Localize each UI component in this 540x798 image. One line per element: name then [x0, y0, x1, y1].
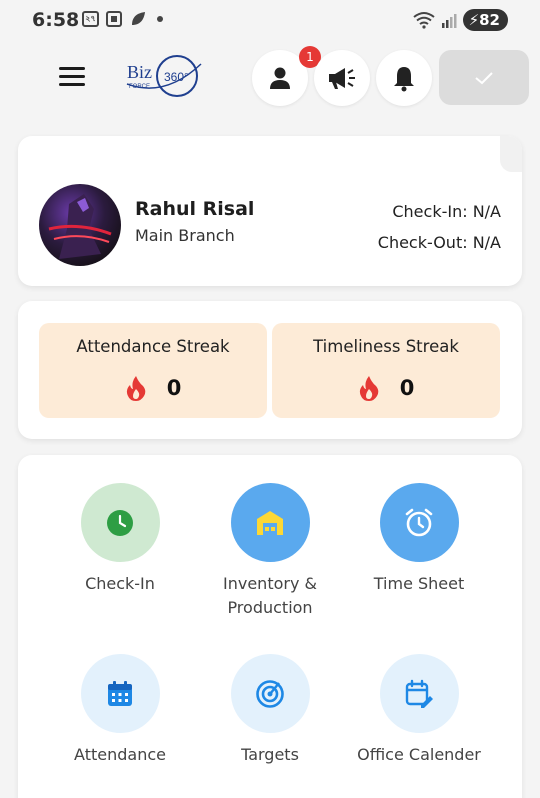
- check-in-value: N/A: [472, 202, 501, 221]
- notification-dot-icon: [157, 16, 163, 22]
- tile-label: Office Calender: [357, 745, 481, 764]
- user-branch: Main Branch: [135, 226, 235, 245]
- person-icon: [270, 67, 290, 89]
- signal-icon: [441, 14, 457, 28]
- timeliness-streak-box: Timeliness Streak 0: [272, 323, 500, 418]
- attendance-streak-box: Attendance Streak 0: [39, 323, 267, 418]
- check-in-status: Check-In: N/A: [392, 202, 501, 221]
- avatar-image: [48, 194, 112, 259]
- target-icon: [256, 679, 284, 708]
- tile-icon-circle: [230, 654, 310, 733]
- bizforce-logo: Biz FORCE 360°: [126, 55, 202, 97]
- check-out-value: N/A: [472, 233, 501, 252]
- status-indicator-icon: ২৭: [82, 11, 99, 27]
- tile-label: Attendance: [74, 745, 166, 764]
- tile-icon-circle: [230, 483, 310, 562]
- streak-value: 0: [166, 376, 182, 400]
- profile-card: Rahul Risal Main Branch Check-In: N/A Ch…: [18, 136, 522, 286]
- tile-icon-circle: [379, 483, 459, 562]
- leaf-icon: [132, 12, 145, 25]
- tile-label: Inventory & Production: [223, 574, 317, 617]
- menu-tile-check-in[interactable]: Check-In: [40, 483, 200, 596]
- tile-label: Time Sheet: [373, 574, 465, 593]
- tile-icon-circle: [80, 654, 160, 733]
- wifi-icon: [412, 12, 435, 29]
- bell-icon: [394, 67, 414, 92]
- menu-tile-targets[interactable]: Targets: [190, 654, 350, 767]
- streak-title: Timeliness Streak: [313, 337, 459, 356]
- check-icon: [475, 71, 493, 84]
- tile-icon-circle: [80, 483, 160, 562]
- logo-text: Biz: [127, 62, 152, 82]
- screenshot-icon: [106, 11, 122, 27]
- menu-tile-office-calender[interactable]: Office Calender: [339, 654, 499, 767]
- menu-tile-inventory-production[interactable]: Inventory & Production: [190, 483, 350, 620]
- card-corner-tab: [500, 136, 522, 172]
- logo-number: 360°: [164, 70, 189, 84]
- avatar[interactable]: [39, 184, 121, 266]
- check-in-label: Check-In:: [392, 202, 473, 221]
- megaphone-icon: [329, 68, 355, 89]
- status-left-icons: ২৭: [82, 10, 163, 28]
- hamburger-menu-icon[interactable]: [59, 67, 85, 87]
- tile-label: Targets: [241, 745, 299, 764]
- streak-value-row: 0: [272, 375, 500, 401]
- logo-subtext: FORCE: [129, 84, 150, 90]
- notifications-button[interactable]: [376, 50, 432, 106]
- streak-title: Attendance Streak: [76, 337, 230, 356]
- flame-icon: [359, 376, 378, 401]
- battery-indicator: ⚡82: [462, 9, 508, 31]
- status-time: 6:58: [32, 9, 80, 31]
- tile-label: Check-In: [85, 574, 155, 593]
- check-out-label: Check-Out:: [377, 233, 473, 252]
- tile-icon-circle: [379, 654, 459, 733]
- check-out-status: Check-Out: N/A: [378, 233, 501, 252]
- calendar-edit-icon: [405, 679, 433, 708]
- quick-actions-card: Check-In Inventory & Production Time She…: [18, 455, 522, 798]
- confirm-button[interactable]: [439, 50, 529, 105]
- menu-tile-attendance[interactable]: Attendance: [40, 654, 200, 767]
- clock-icon: [107, 509, 133, 536]
- status-bar: 6:58 ২৭ ⚡82: [0, 0, 540, 40]
- alarm-clock-icon: [405, 508, 433, 536]
- streak-value: 0: [399, 376, 415, 400]
- streak-value-row: 0: [39, 375, 267, 401]
- calendar-icon: [108, 680, 132, 706]
- streak-card: Attendance Streak 0 Timeliness Streak 0: [18, 301, 522, 439]
- menu-tile-time-sheet[interactable]: Time Sheet: [339, 483, 499, 596]
- flame-icon: [126, 376, 145, 401]
- battery-level: 82: [479, 11, 500, 29]
- announcement-button[interactable]: [314, 50, 370, 106]
- warehouse-icon: [257, 510, 283, 535]
- user-name: Rahul Risal: [135, 198, 255, 220]
- status-right-icons: ⚡82: [412, 9, 508, 31]
